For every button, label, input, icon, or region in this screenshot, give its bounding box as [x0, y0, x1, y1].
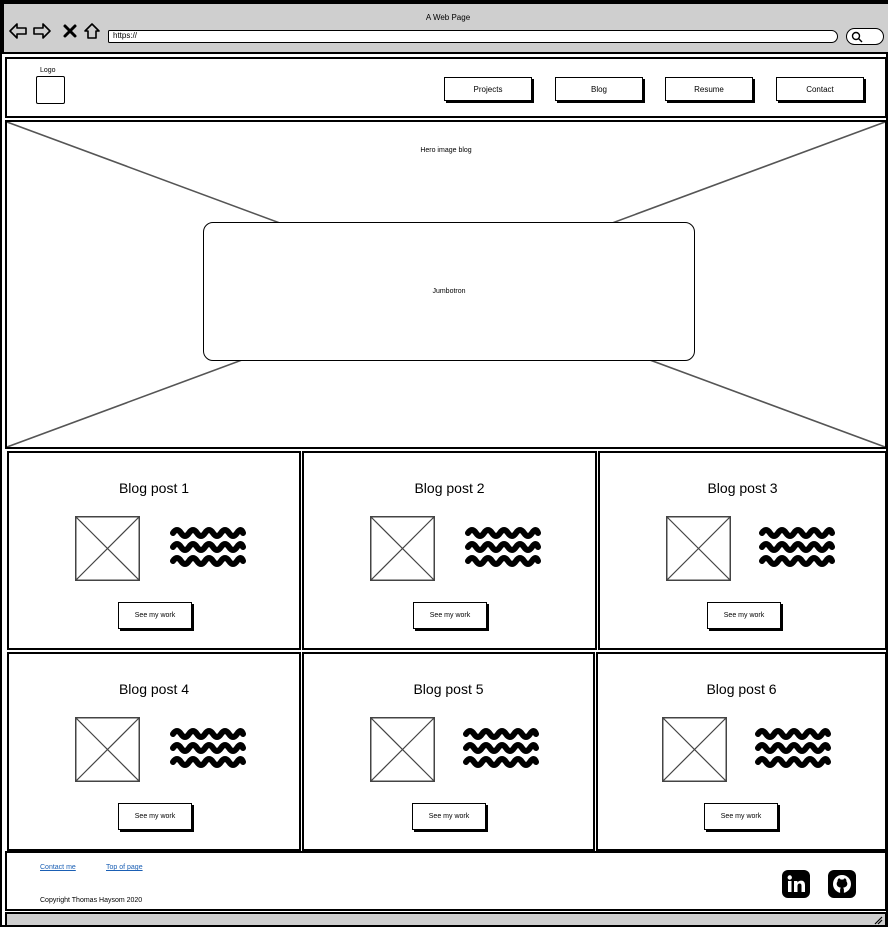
blog-post-card: Blog post 1 See my work: [7, 451, 301, 650]
browser-search-button[interactable]: [846, 28, 884, 45]
blog-post-title: Blog post 5: [413, 681, 484, 697]
forward-arrow-icon[interactable]: [32, 21, 52, 41]
search-icon: [851, 31, 863, 43]
see-my-work-button[interactable]: See my work: [412, 803, 486, 830]
image-placeholder-icon: [370, 717, 435, 782]
image-placeholder-icon: [662, 717, 727, 782]
home-icon[interactable]: [82, 21, 102, 41]
nav-contact-button[interactable]: Contact: [776, 77, 864, 101]
see-my-work-button[interactable]: See my work: [118, 803, 192, 830]
site-footer: Contact me Top of page Copyright Thomas …: [5, 851, 887, 911]
nav-resume-button[interactable]: Resume: [665, 77, 753, 101]
blog-post-card: Blog post 4 See my work: [7, 652, 301, 851]
copyright-text: Copyright Thomas Haysom 2020: [40, 897, 143, 904]
site-header: Logo Projects Blog Resume Contact: [5, 57, 887, 118]
scribble-text-icon: [463, 728, 539, 768]
browser-toolbar: A Web Page https://: [2, 2, 888, 54]
logo[interactable]: [36, 76, 65, 104]
jumbotron-label: Jumbotron: [432, 288, 466, 295]
blog-post-card: Blog post 3 See my work: [598, 451, 887, 650]
window-title: A Web Page: [425, 13, 471, 22]
blog-post-card: Blog post 6 See my work: [596, 652, 887, 851]
browser-window: A Web Page https:// Logo Projects Blog R…: [0, 0, 888, 927]
scribble-text-icon: [759, 527, 835, 567]
blog-post-title: Blog post 4: [118, 681, 190, 697]
blog-post-title: Blog post 2: [414, 480, 485, 496]
blog-post-title: Blog post 6: [706, 681, 777, 697]
contact-me-link[interactable]: Contact me: [40, 864, 76, 871]
blog-post-title: Blog post 3: [707, 480, 778, 496]
see-my-work-button[interactable]: See my work: [118, 602, 192, 629]
scribble-text-icon: [170, 728, 246, 768]
blog-post-title: Blog post 1: [118, 480, 190, 496]
jumbotron: Jumbotron: [203, 222, 695, 361]
top-of-page-link[interactable]: Top of page: [106, 864, 143, 871]
scribble-text-icon: [465, 527, 541, 567]
nav-blog-button[interactable]: Blog: [555, 77, 643, 101]
image-placeholder-icon: [370, 516, 435, 581]
logo-label: Logo: [40, 67, 56, 74]
scribble-text-icon: [755, 728, 831, 768]
github-icon[interactable]: [828, 870, 856, 898]
see-my-work-button[interactable]: See my work: [704, 803, 778, 830]
image-placeholder-icon: [75, 717, 140, 782]
blog-post-card: Blog post 5 See my work: [302, 652, 595, 851]
browser-status-bar: [5, 912, 887, 927]
linkedin-icon[interactable]: [782, 870, 810, 898]
image-placeholder-icon: [75, 516, 140, 581]
hero-label: Hero image blog: [420, 147, 472, 154]
url-bar[interactable]: https://: [108, 30, 838, 43]
image-placeholder-icon: [666, 516, 731, 581]
back-arrow-icon[interactable]: [8, 21, 28, 41]
resize-handle-icon[interactable]: [873, 915, 883, 925]
see-my-work-button[interactable]: See my work: [413, 602, 487, 629]
blog-post-card: Blog post 2 See my work: [302, 451, 597, 650]
close-icon[interactable]: [60, 21, 80, 41]
nav-projects-button[interactable]: Projects: [444, 77, 532, 101]
scribble-text-icon: [170, 527, 246, 567]
see-my-work-button[interactable]: See my work: [707, 602, 781, 629]
hero-image: Hero image blog Jumbotron: [5, 120, 887, 449]
